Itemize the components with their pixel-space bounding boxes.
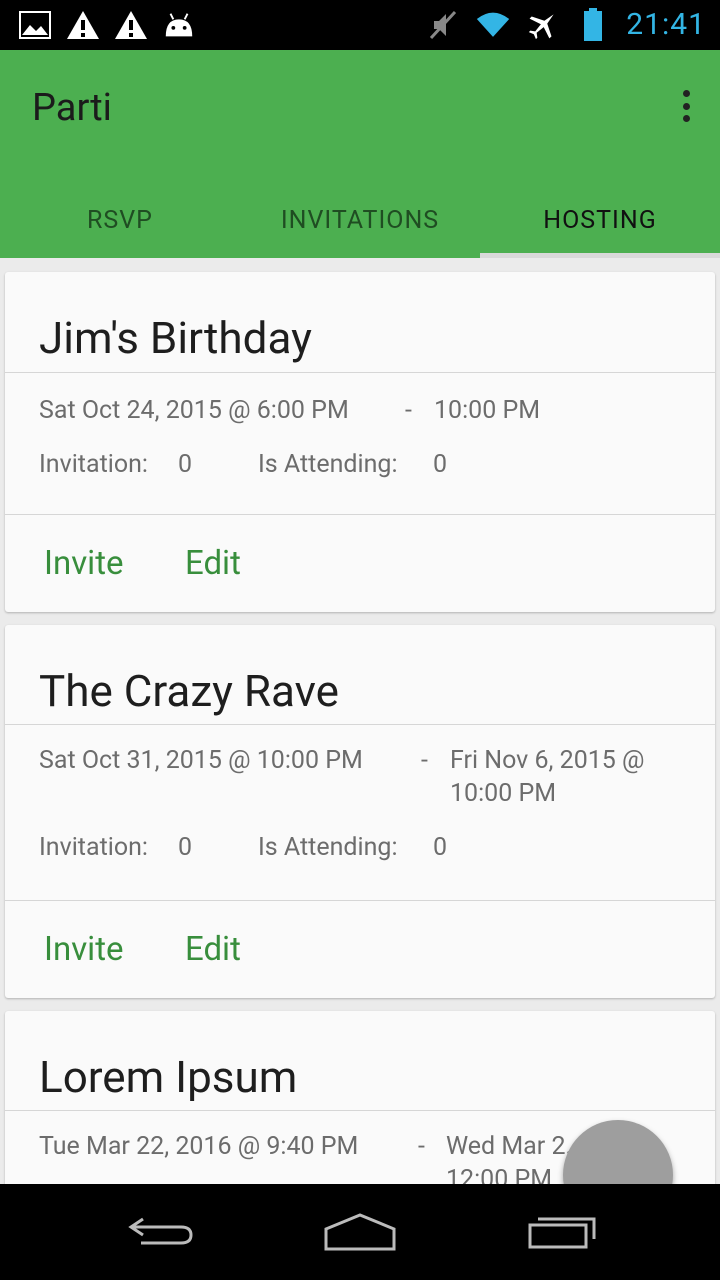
event-end-time: 10:00 PM [450, 779, 557, 808]
recents-icon[interactable] [522, 1206, 602, 1256]
screen: 21:41 Parti RSVP INVITATIONS HOSTING Jim… [0, 0, 720, 1280]
invitation-label: Invitation: [39, 833, 148, 862]
event-title: The Crazy Rave [39, 665, 340, 717]
event-card: Jim's Birthday Sat Oct 24, 2015 @ 6:00 P… [5, 272, 715, 612]
tab-bar: RSVP INVITATIONS HOSTING [0, 178, 720, 258]
event-start: Tue Mar 22, 2016 @ 9:40 PM [39, 1132, 359, 1161]
attending-label: Is Attending: [258, 450, 398, 479]
warning-icon [66, 8, 100, 42]
attending-count: 0 [433, 450, 448, 479]
back-icon[interactable] [120, 1206, 200, 1256]
invitation-count: 0 [178, 450, 193, 479]
divider [5, 372, 715, 373]
more-vert-icon[interactable] [672, 86, 700, 126]
divider [5, 514, 715, 515]
event-end-time: 12:00 PM [446, 1165, 553, 1184]
tab-hosting[interactable]: HOSTING [480, 178, 720, 258]
event-end: 10:00 PM [434, 396, 541, 425]
event-list[interactable]: Jim's Birthday Sat Oct 24, 2015 @ 6:00 P… [0, 258, 720, 1184]
invite-button[interactable]: Invite [44, 930, 124, 969]
attending-label: Is Attending: [258, 833, 398, 862]
app-title: Parti [32, 86, 112, 130]
invitation-label: Invitation: [39, 450, 148, 479]
date-separator: - [405, 396, 412, 425]
event-end: Fri Nov 6, 2015 @ [450, 746, 645, 775]
divider [5, 900, 715, 901]
warning-icon [114, 8, 148, 42]
image-icon [18, 8, 52, 42]
divider [5, 1110, 715, 1111]
tab-invitations[interactable]: INVITATIONS [240, 178, 480, 258]
attending-count: 0 [433, 833, 448, 862]
edit-button[interactable]: Edit [185, 544, 241, 583]
airplane-icon [526, 8, 560, 42]
android-icon [162, 8, 196, 42]
invite-button[interactable]: Invite [44, 544, 124, 583]
home-icon[interactable] [320, 1206, 400, 1256]
date-separator: - [418, 1132, 425, 1161]
app-bar: Parti RSVP INVITATIONS HOSTING [0, 50, 720, 258]
event-start: Sat Oct 24, 2015 @ 6:00 PM [39, 396, 349, 425]
invitation-count: 0 [178, 833, 193, 862]
edit-button[interactable]: Edit [185, 930, 241, 969]
date-separator: - [421, 746, 428, 775]
event-card: The Crazy Rave Sat Oct 31, 2015 @ 10:00 … [5, 625, 715, 998]
battery-icon [576, 8, 610, 42]
event-title: Lorem Ipsum [39, 1051, 298, 1103]
event-title: Jim's Birthday [39, 312, 312, 364]
status-bar: 21:41 [0, 0, 720, 50]
tab-rsvp[interactable]: RSVP [0, 178, 240, 258]
event-start: Sat Oct 31, 2015 @ 10:00 PM [39, 746, 363, 775]
divider [5, 724, 715, 725]
wifi-icon [476, 8, 510, 42]
clock: 21:41 [626, 7, 706, 42]
mute-icon [426, 8, 460, 42]
navigation-bar [0, 1184, 720, 1280]
